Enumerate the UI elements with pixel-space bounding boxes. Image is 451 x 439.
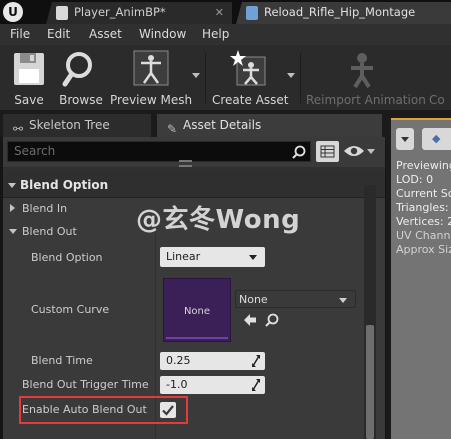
category-blend-option[interactable]: Blend Option xyxy=(3,172,385,198)
save-button[interactable]: Save xyxy=(6,49,52,107)
perspective-button[interactable]: ◆ xyxy=(422,128,451,150)
property-matrix-button[interactable] xyxy=(316,141,339,162)
tab-label: Player_AnimBP* xyxy=(74,5,166,19)
viewport-info-line: Triangles: xyxy=(396,201,449,214)
skeleton-mesh-icon xyxy=(133,50,169,86)
blueprint-icon xyxy=(56,6,68,20)
blend-out-label[interactable]: Blend Out xyxy=(22,225,77,238)
chevron-down-icon xyxy=(401,137,409,142)
blend-in-label[interactable]: Blend In xyxy=(22,202,67,215)
splitter-grip-icon[interactable] xyxy=(179,160,192,167)
unreal-logo-icon: U xyxy=(3,2,23,22)
highlight-box xyxy=(19,396,188,424)
browse-label: Browse xyxy=(59,93,103,107)
viewport-info-line: Approx Siz xyxy=(396,243,451,256)
tab-label: Asset Details xyxy=(183,118,262,132)
blend-option-value: Linear xyxy=(166,250,201,263)
custom-curve-label: Custom Curve xyxy=(31,303,110,316)
cut-off-label: Co xyxy=(429,93,445,107)
reimport-icon xyxy=(351,53,373,89)
save-icon xyxy=(14,53,44,85)
asset-details-panel: Blend Option Blend In Blend Out Blend Op… xyxy=(3,137,385,439)
viewport-info-line: Current Sc xyxy=(396,187,451,200)
close-icon[interactable]: ✕ xyxy=(215,2,224,23)
preview-mesh-label: Preview Mesh xyxy=(110,93,193,107)
trigger-time-field[interactable]: -1.0 xyxy=(160,376,265,394)
use-selected-arrow-icon[interactable] xyxy=(243,313,257,327)
viewport-info-line: Vertices: 2 xyxy=(396,215,451,228)
search-field[interactable] xyxy=(7,141,311,162)
save-label: Save xyxy=(14,93,44,107)
collapse-arrow-icon[interactable] xyxy=(9,229,17,234)
viewport-info-line: Previewing xyxy=(396,159,451,172)
viewport-panel: ◆ Previewing LOD: 0 Current Sc Triangles… xyxy=(386,111,451,439)
panel-tab-bar: ⚯ Skeleton Tree ✎ Asset Details xyxy=(0,111,386,137)
cut-off-button[interactable]: Co xyxy=(427,49,451,107)
search-input[interactable] xyxy=(14,144,284,158)
create-asset-dropdown-icon[interactable] xyxy=(287,73,295,78)
tab-player-animbp[interactable]: Player_AnimBP* ✕ xyxy=(46,2,232,24)
create-asset-icon xyxy=(230,50,266,86)
curve-thumbnail[interactable]: None xyxy=(163,278,231,342)
viewport-info-line: LOD: 0 xyxy=(396,173,434,186)
tab-asset-details[interactable]: ✎ Asset Details xyxy=(157,114,382,137)
tab-label: Reload_Rifle_Hip_Montage xyxy=(264,5,416,19)
grid-icon xyxy=(320,145,335,158)
eye-icon[interactable] xyxy=(343,144,365,158)
viewport-options-button[interactable] xyxy=(396,128,414,150)
browse-magnifier-icon[interactable] xyxy=(265,313,279,327)
chevron-down-icon xyxy=(249,255,257,260)
menu-help[interactable]: Help xyxy=(202,27,229,41)
menu-bar: File Edit Asset Window Help xyxy=(0,24,451,45)
collapse-arrow-icon[interactable] xyxy=(8,183,16,188)
menu-window[interactable]: Window xyxy=(139,27,186,41)
tab-reload-montage[interactable]: Reload_Rifle_Hip_Montage xyxy=(236,2,451,24)
scrollbar-thumb[interactable] xyxy=(366,325,374,439)
blend-time-field[interactable]: 0.25 xyxy=(160,352,265,370)
reimport-animation-button[interactable]: Reimport Animation xyxy=(306,49,426,107)
tab-skeleton-tree[interactable]: ⚯ Skeleton Tree xyxy=(3,114,151,137)
search-icon[interactable] xyxy=(292,145,306,159)
menu-asset[interactable]: Asset xyxy=(89,27,122,41)
tab-label: Skeleton Tree xyxy=(29,118,110,132)
curve-thumbnail-text: None xyxy=(183,306,211,317)
chevron-down-icon xyxy=(339,298,347,303)
toolbar-separator xyxy=(205,53,206,103)
blend-option-dropdown[interactable]: Linear xyxy=(160,247,265,267)
magnifier-icon xyxy=(62,52,92,87)
expand-arrow-icon[interactable] xyxy=(10,204,15,212)
perspective-icon: ◆ xyxy=(432,132,441,145)
drag-arrow-icon[interactable] xyxy=(251,355,261,367)
create-asset-label: Create Asset xyxy=(212,93,289,107)
title-bar: U Player_AnimBP* ✕ Reload_Rifle_Hip_Mont… xyxy=(0,0,451,24)
custom-curve-dropdown[interactable]: None xyxy=(235,290,356,308)
view-options-dropdown-icon[interactable] xyxy=(367,149,375,154)
toolbar: Save Browse Preview Mesh Create Asset Re… xyxy=(0,45,451,111)
menu-edit[interactable]: Edit xyxy=(47,27,70,41)
trigger-time-label: Blend Out Trigger Time xyxy=(22,378,149,391)
category-title: Blend Option xyxy=(20,178,109,192)
search-row xyxy=(3,137,385,167)
curve-thumbnail-bar xyxy=(166,337,228,339)
menu-file[interactable]: File xyxy=(10,27,30,41)
blend-option-label: Blend Option xyxy=(31,251,103,264)
watermark: @玄冬Wong xyxy=(136,205,301,235)
preview-mesh-button[interactable]: Preview Mesh xyxy=(110,49,192,107)
toolbar-separator xyxy=(300,53,301,103)
viewport-area[interactable]: ◆ Previewing LOD: 0 Current Sc Triangles… xyxy=(391,118,451,439)
blend-time-value: 0.25 xyxy=(166,354,191,367)
montage-icon xyxy=(246,6,258,20)
drag-arrow-icon[interactable] xyxy=(251,379,261,391)
custom-curve-value: None xyxy=(239,293,268,306)
viewport-info-line: UV Chann xyxy=(396,229,451,242)
trigger-time-value: -1.0 xyxy=(166,378,188,391)
browse-button[interactable]: Browse xyxy=(56,49,106,107)
reimport-animation-label: Reimport Animation xyxy=(306,93,426,107)
create-asset-button[interactable]: Create Asset xyxy=(212,49,289,107)
preview-mesh-dropdown-icon[interactable] xyxy=(192,73,200,78)
blend-time-label: Blend Time xyxy=(31,354,93,367)
